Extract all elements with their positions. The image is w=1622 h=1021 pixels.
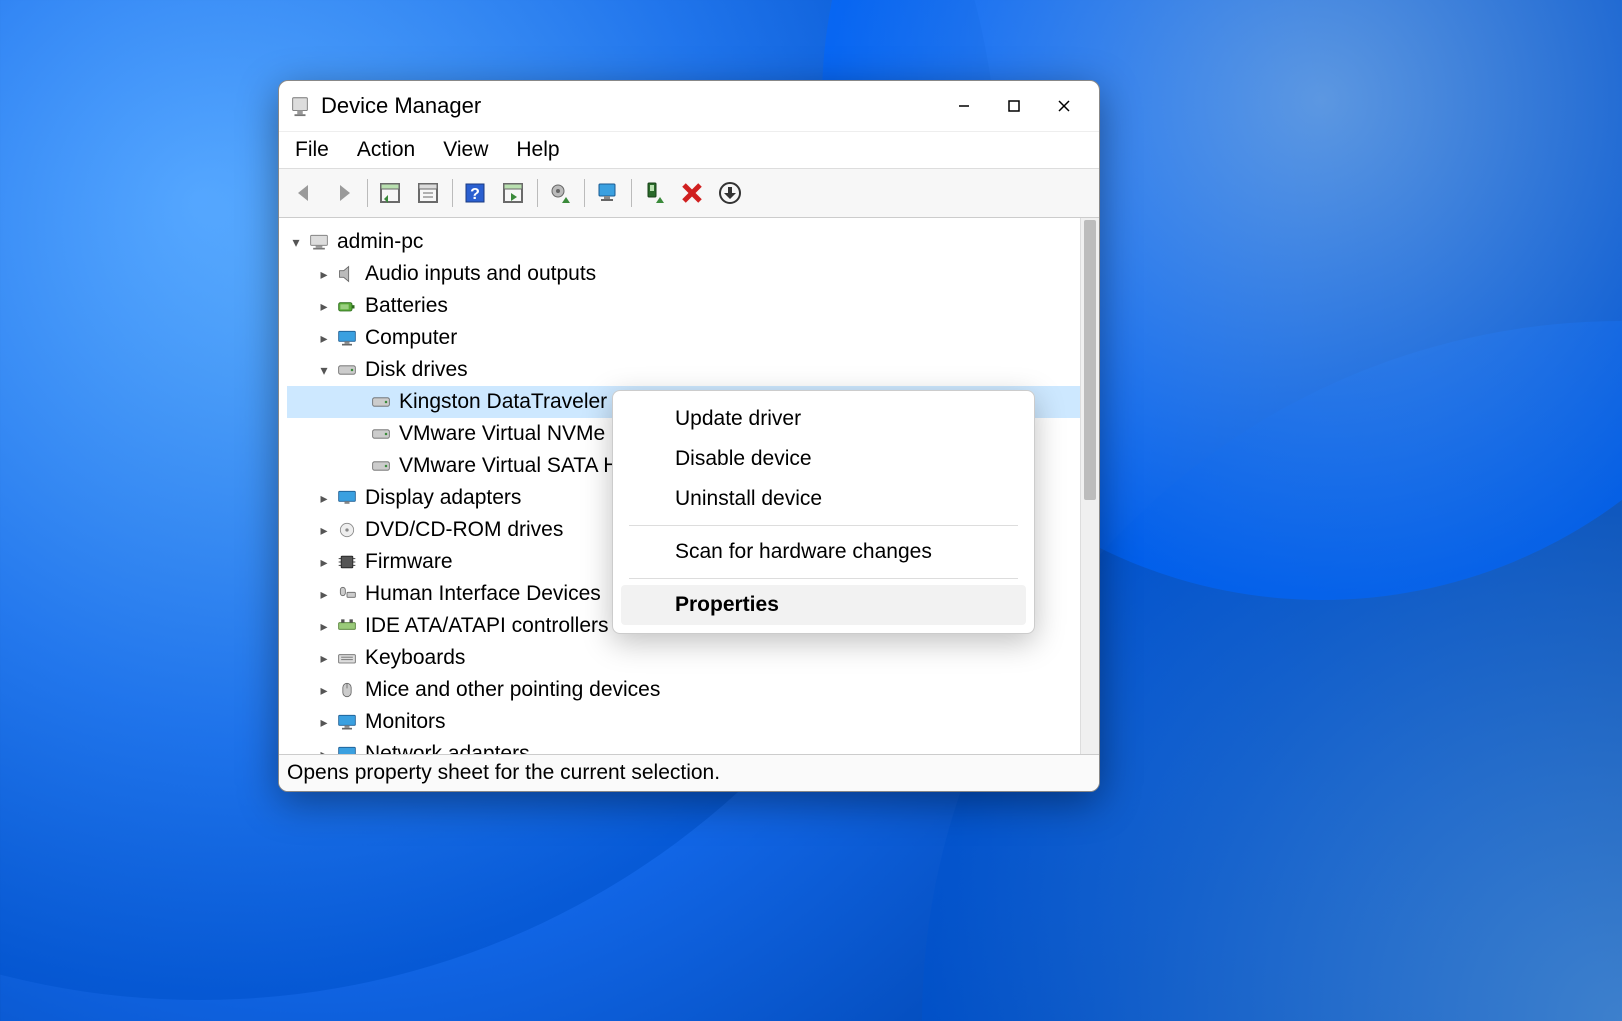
tree-label: Network adapters bbox=[365, 742, 530, 754]
chevron-right-icon[interactable]: ▸ bbox=[315, 266, 333, 283]
chevron-down-icon[interactable]: ▾ bbox=[287, 234, 305, 251]
tree-root[interactable]: ▾ admin-pc bbox=[287, 226, 1080, 258]
svg-text:?: ? bbox=[470, 186, 480, 203]
show-hide-tree-button[interactable] bbox=[372, 177, 408, 209]
context-uninstall-device[interactable]: Uninstall device bbox=[621, 479, 1026, 519]
chevron-right-icon[interactable]: ▸ bbox=[315, 586, 333, 603]
context-menu: Update driver Disable device Uninstall d… bbox=[612, 390, 1035, 634]
tree-label: DVD/CD-ROM drives bbox=[365, 518, 563, 542]
tree-label: Computer bbox=[365, 326, 457, 350]
tree-label: Batteries bbox=[365, 294, 448, 318]
tree-label: admin-pc bbox=[337, 230, 423, 254]
context-separator bbox=[629, 578, 1018, 579]
maximize-button[interactable] bbox=[989, 86, 1039, 126]
chevron-right-icon[interactable]: ▸ bbox=[315, 650, 333, 667]
menu-action[interactable]: Action bbox=[357, 138, 415, 162]
tree-item-monitors[interactable]: ▸ Monitors bbox=[287, 706, 1080, 738]
update-driver-toolbar-button[interactable] bbox=[542, 177, 578, 209]
tree-label: Monitors bbox=[365, 710, 446, 734]
menu-help[interactable]: Help bbox=[516, 138, 559, 162]
enable-device-toolbar-button[interactable] bbox=[589, 177, 625, 209]
monitor-icon bbox=[335, 712, 359, 732]
disk-icon bbox=[369, 424, 393, 444]
chevron-right-icon[interactable]: ▸ bbox=[315, 618, 333, 635]
chevron-right-icon[interactable]: ▸ bbox=[315, 490, 333, 507]
forward-button[interactable] bbox=[325, 177, 361, 209]
tree-label: IDE ATA/ATAPI controllers bbox=[365, 614, 609, 638]
context-properties[interactable]: Properties bbox=[621, 585, 1026, 625]
toolbar: ? bbox=[279, 169, 1099, 218]
disk-icon bbox=[335, 360, 359, 380]
app-icon bbox=[289, 95, 311, 117]
tree-item-keyboards[interactable]: ▸ Keyboards bbox=[287, 642, 1080, 674]
hid-icon bbox=[335, 584, 359, 604]
tree-label: Keyboards bbox=[365, 646, 465, 670]
keyboard-icon bbox=[335, 648, 359, 668]
tree-item-network[interactable]: ▸ Network adapters bbox=[287, 738, 1080, 754]
vertical-scrollbar[interactable] bbox=[1080, 218, 1099, 754]
network-icon bbox=[335, 744, 359, 754]
properties-toolbar-button[interactable] bbox=[410, 177, 446, 209]
chevron-right-icon[interactable]: ▸ bbox=[315, 682, 333, 699]
display-adapter-icon bbox=[335, 488, 359, 508]
context-scan-hardware[interactable]: Scan for hardware changes bbox=[621, 532, 1026, 572]
battery-icon bbox=[335, 296, 359, 316]
close-button[interactable] bbox=[1039, 86, 1089, 126]
chevron-right-icon[interactable]: ▸ bbox=[315, 298, 333, 315]
speaker-icon bbox=[335, 264, 359, 284]
disable-device-toolbar-button[interactable] bbox=[636, 177, 672, 209]
tree-label: Mice and other pointing devices bbox=[365, 678, 660, 702]
tree-label: Disk drives bbox=[365, 358, 468, 382]
computer-icon bbox=[307, 232, 331, 252]
tree-item-batteries[interactable]: ▸ Batteries bbox=[287, 290, 1080, 322]
add-legacy-hardware-button[interactable] bbox=[712, 177, 748, 209]
status-text: Opens property sheet for the current sel… bbox=[287, 761, 720, 785]
tree-item-computer[interactable]: ▸ Computer bbox=[287, 322, 1080, 354]
chevron-right-icon[interactable]: ▸ bbox=[315, 522, 333, 539]
scan-hardware-toolbar-button[interactable] bbox=[495, 177, 531, 209]
chevron-right-icon[interactable]: ▸ bbox=[315, 554, 333, 571]
tree-item-disk-drives[interactable]: ▾ Disk drives bbox=[287, 354, 1080, 386]
chevron-right-icon[interactable]: ▸ bbox=[315, 746, 333, 755]
monitor-icon bbox=[335, 328, 359, 348]
statusbar: Opens property sheet for the current sel… bbox=[279, 754, 1099, 791]
menubar: File Action View Help bbox=[279, 131, 1099, 169]
tree-label: Human Interface Devices bbox=[365, 582, 601, 606]
controller-icon bbox=[335, 616, 359, 636]
menu-view[interactable]: View bbox=[443, 138, 488, 162]
chevron-right-icon[interactable]: ▸ bbox=[315, 330, 333, 347]
chip-icon bbox=[335, 552, 359, 572]
help-toolbar-button[interactable]: ? bbox=[457, 177, 493, 209]
context-disable-device[interactable]: Disable device bbox=[621, 439, 1026, 479]
cd-icon bbox=[335, 520, 359, 540]
context-update-driver[interactable]: Update driver bbox=[621, 399, 1026, 439]
titlebar[interactable]: Device Manager bbox=[279, 81, 1099, 131]
tree-item-audio[interactable]: ▸ Audio inputs and outputs bbox=[287, 258, 1080, 290]
context-separator bbox=[629, 525, 1018, 526]
chevron-down-icon[interactable]: ▾ bbox=[315, 362, 333, 379]
minimize-button[interactable] bbox=[939, 86, 989, 126]
uninstall-device-toolbar-button[interactable] bbox=[674, 177, 710, 209]
disk-icon bbox=[369, 456, 393, 476]
mouse-icon bbox=[335, 680, 359, 700]
menu-file[interactable]: File bbox=[295, 138, 329, 162]
back-button[interactable] bbox=[287, 177, 323, 209]
tree-item-mice[interactable]: ▸ Mice and other pointing devices bbox=[287, 674, 1080, 706]
scrollbar-thumb[interactable] bbox=[1084, 220, 1096, 500]
window-title: Device Manager bbox=[321, 93, 939, 119]
disk-icon bbox=[369, 392, 393, 412]
tree-label: Audio inputs and outputs bbox=[365, 262, 596, 286]
tree-label: Firmware bbox=[365, 550, 453, 574]
chevron-right-icon[interactable]: ▸ bbox=[315, 714, 333, 731]
tree-label: Display adapters bbox=[365, 486, 521, 510]
